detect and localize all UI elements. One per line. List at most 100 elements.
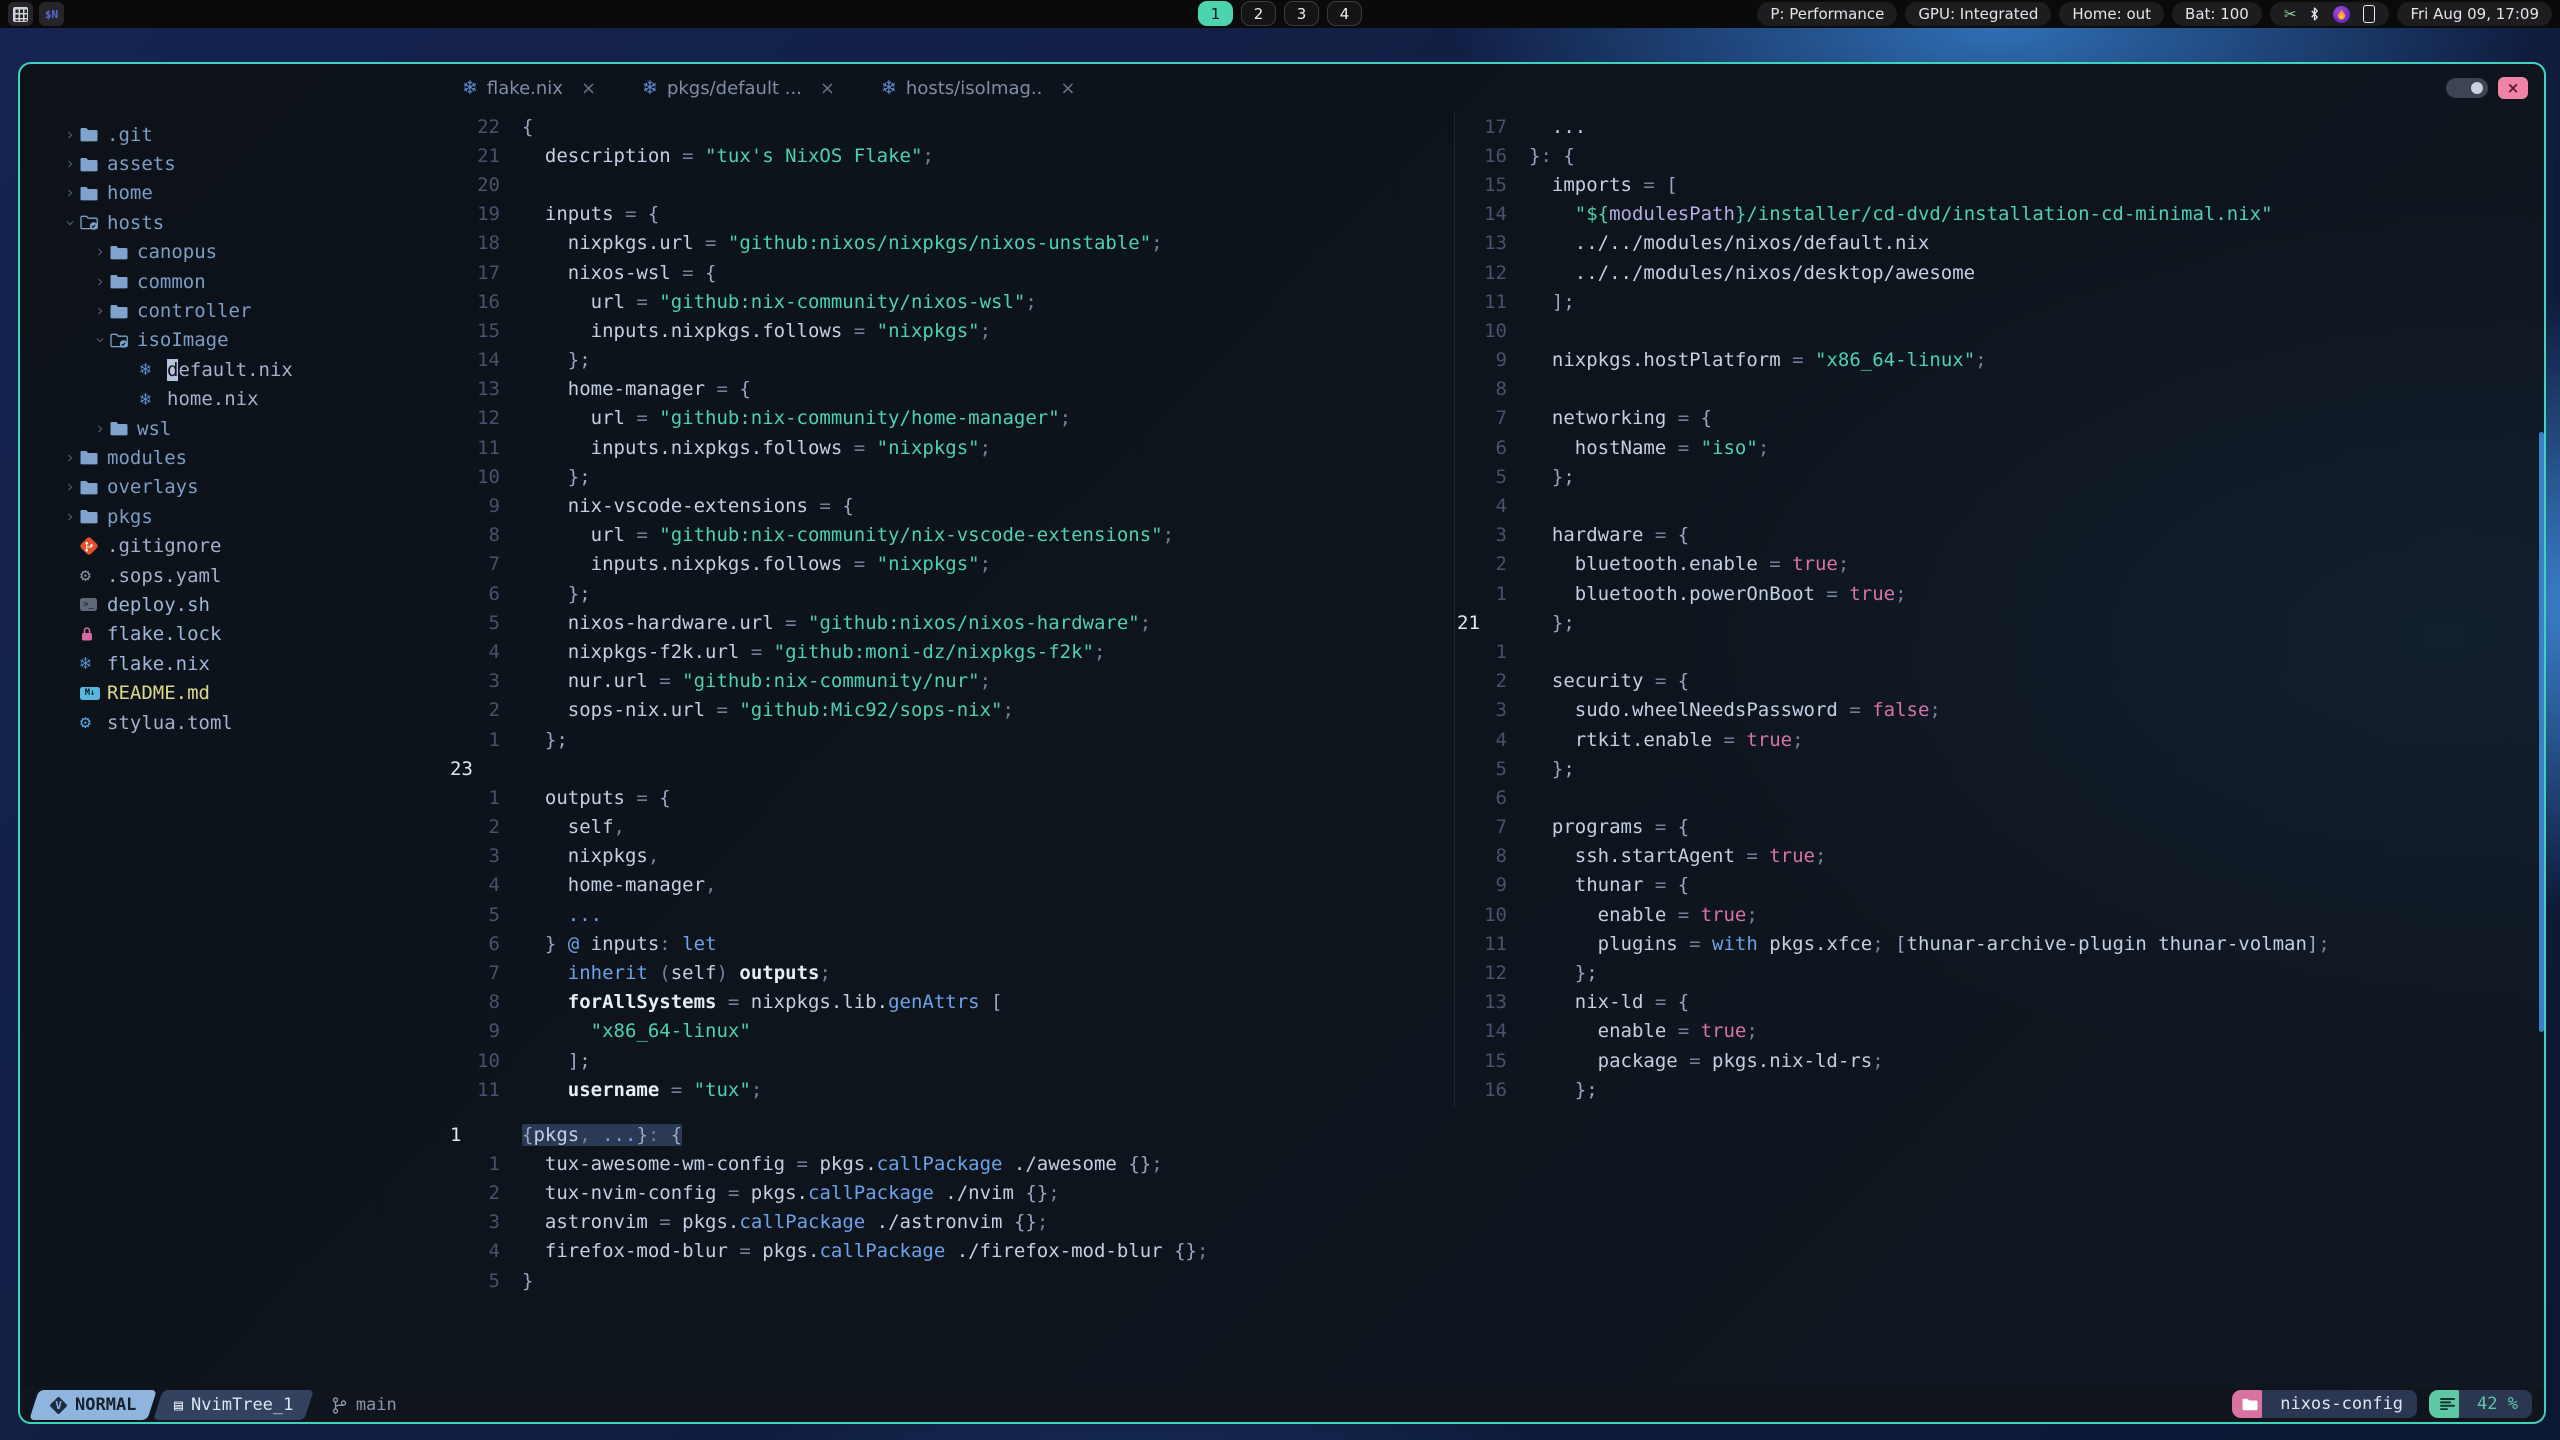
scissors-icon[interactable]: ✂ (2284, 5, 2297, 23)
tree-item-flake-lock[interactable]: flake.lock (20, 620, 448, 649)
tree-item-overlays[interactable]: › overlays (20, 473, 448, 502)
code-line[interactable]: 1 (1455, 637, 2544, 666)
status-pill-1[interactable]: GPU: Integrated (1905, 2, 2052, 26)
tree-item-modules[interactable]: › modules (20, 443, 448, 472)
code-line[interactable]: 7 networking = { (1455, 404, 2544, 433)
tree-item-home-nix[interactable]: ❄ home.nix (20, 385, 448, 414)
code-line[interactable]: 23 (448, 754, 1454, 783)
code-line[interactable]: 4 nixpkgs-f2k.url = "github:moni-dz/nixp… (448, 637, 1454, 666)
code-line[interactable]: 3 astronvim = pkgs.callPackage ./astronv… (448, 1208, 2544, 1237)
code-line[interactable]: 8 url = "github:nix-community/nix-vscode… (448, 521, 1454, 550)
tab-close-icon[interactable]: × (581, 78, 596, 99)
code-line[interactable]: 21 }; (1455, 608, 2544, 637)
code-line[interactable]: 12 }; (1455, 958, 2544, 987)
code-line[interactable]: 16 url = "github:nix-community/nixos-wsl… (448, 287, 1454, 316)
code-line[interactable]: 7 programs = { (1455, 813, 2544, 842)
code-line[interactable]: 11 username = "tux"; (448, 1075, 1454, 1104)
tree-item-flake-nix[interactable]: ❄ flake.nix (20, 649, 448, 678)
code-line[interactable]: 16}: { (1455, 141, 2544, 170)
chevron-right-icon[interactable]: › (90, 301, 110, 321)
code-line[interactable]: 13 ../../modules/nixos/default.nix (1455, 229, 2544, 258)
toggle-control[interactable] (2446, 78, 2488, 98)
chevron-right-icon[interactable]: › (90, 242, 110, 262)
code-line[interactable]: 4 (1455, 491, 2544, 520)
code-line[interactable]: 8 (1455, 375, 2544, 404)
chevron-right-icon[interactable]: › (60, 125, 80, 145)
code-line[interactable]: 5 }; (1455, 754, 2544, 783)
chevron-right-icon[interactable]: › (60, 477, 80, 497)
workspace-button-4[interactable]: 4 (1327, 1, 1362, 26)
code-line[interactable]: 17 nixos-wsl = { (448, 258, 1454, 287)
chevron-down-icon[interactable]: › (60, 213, 80, 233)
chevron-right-icon[interactable]: › (60, 507, 80, 527)
chevron-right-icon[interactable]: › (60, 183, 80, 203)
code-line[interactable]: 13 home-manager = { (448, 375, 1454, 404)
code-line[interactable]: 2 sops-nix.url = "github:Mic92/sops-nix"… (448, 696, 1454, 725)
chevron-right-icon[interactable]: › (90, 272, 110, 292)
code-line[interactable]: 9 "x86_64-linux" (448, 1017, 1454, 1046)
code-line[interactable]: 3 sudo.wheelNeedsPassword = false; (1455, 696, 2544, 725)
code-line[interactable]: 6 (1455, 783, 2544, 812)
code-line[interactable]: 3 hardware = { (1455, 521, 2544, 550)
nvim-workspace-icon[interactable]: $N (39, 2, 64, 26)
tree-item-canopus[interactable]: › canopus (20, 238, 448, 267)
tree-item--git[interactable]: › .git (20, 120, 448, 149)
scrollbar[interactable] (2539, 432, 2544, 1032)
code-line[interactable]: 10 ]; (448, 1046, 1454, 1075)
apps-grid-icon[interactable] (8, 2, 33, 26)
close-button[interactable]: × (2498, 77, 2528, 99)
code-line[interactable]: 1 {pkgs, ...}: { (448, 1120, 2544, 1149)
code-line[interactable]: 10 }; (448, 462, 1454, 491)
code-line[interactable]: 15 imports = [ (1455, 170, 2544, 199)
code-line[interactable]: 5} (448, 1266, 2544, 1295)
code-line[interactable]: 14 }; (448, 346, 1454, 375)
clock[interactable]: Fri Aug 09, 17:09 (2397, 2, 2552, 26)
tree-item-stylua-toml[interactable]: ⚙ stylua.toml (20, 708, 448, 737)
code-line[interactable]: 9 nix-vscode-extensions = { (448, 491, 1454, 520)
tree-item-controller[interactable]: › controller (20, 296, 448, 325)
code-line[interactable]: 6 }; (448, 579, 1454, 608)
code-line[interactable]: 1 }; (448, 725, 1454, 754)
code-line[interactable]: 3 nixpkgs, (448, 842, 1454, 871)
code-line[interactable]: 15 package = pkgs.nix-ld-rs; (1455, 1046, 2544, 1075)
tab-close-icon[interactable]: × (820, 78, 835, 99)
code-line[interactable]: 8 forAllSystems = nixpkgs.lib.genAttrs [ (448, 988, 1454, 1017)
code-line[interactable]: 16 }; (1455, 1075, 2544, 1104)
code-line[interactable]: 1 bluetooth.powerOnBoot = true; (1455, 579, 2544, 608)
code-line[interactable]: 11 plugins = with pkgs.xfce; [thunar-arc… (1455, 929, 2544, 958)
status-pill-0[interactable]: P: Performance (1757, 2, 1898, 26)
code-line[interactable]: 10 enable = true; (1455, 900, 2544, 929)
workspace-button-3[interactable]: 3 (1284, 1, 1319, 26)
code-line[interactable]: 1 outputs = { (448, 783, 1454, 812)
flame-icon[interactable] (2333, 5, 2351, 23)
code-line[interactable]: 3 nur.url = "github:nix-community/nur"; (448, 667, 1454, 696)
tab-hosts-isoImag-[interactable]: ❄ hosts/isoImag.. × (881, 77, 1075, 99)
code-line[interactable]: 9 thunar = { (1455, 871, 2544, 900)
status-pill-2[interactable]: Home: out (2059, 2, 2165, 26)
code-line[interactable]: 7 inputs.nixpkgs.follows = "nixpkgs"; (448, 550, 1454, 579)
code-line[interactable]: 11 inputs.nixpkgs.follows = "nixpkgs"; (448, 433, 1454, 462)
code-line[interactable]: 7 inherit (self) outputs; (448, 958, 1454, 987)
code-line[interactable]: 12 url = "github:nix-community/home-mana… (448, 404, 1454, 433)
code-line[interactable]: 21 description = "tux's NixOS Flake"; (448, 141, 1454, 170)
tree-item-README-md[interactable]: M↓ README.md (20, 678, 448, 707)
code-line[interactable]: 4 home-manager, (448, 871, 1454, 900)
tab-flake-nix[interactable]: ❄ flake.nix × (462, 77, 596, 99)
workspace-button-2[interactable]: 2 (1241, 1, 1276, 26)
code-line[interactable]: 12 ../../modules/nixos/desktop/awesome (1455, 258, 2544, 287)
code-line[interactable]: 5 }; (1455, 462, 2544, 491)
code-line[interactable]: 17 ... (1455, 112, 2544, 141)
tree-item-pkgs[interactable]: › pkgs (20, 502, 448, 531)
code-line[interactable]: 15 inputs.nixpkgs.follows = "nixpkgs"; (448, 316, 1454, 345)
chevron-right-icon[interactable]: › (60, 154, 80, 174)
tree-item-wsl[interactable]: › wsl (20, 414, 448, 443)
code-line[interactable]: 2 tux-nvim-config = pkgs.callPackage ./n… (448, 1178, 2544, 1207)
tree-item--gitignore[interactable]: .gitignore (20, 531, 448, 560)
tree-item-deploy-sh[interactable]: >_ deploy.sh (20, 590, 448, 619)
code-line[interactable]: 19 inputs = { (448, 200, 1454, 229)
tree-item-default-nix[interactable]: ❄ default.nix (20, 355, 448, 384)
code-line[interactable]: 4 rtkit.enable = true; (1455, 725, 2544, 754)
code-line[interactable]: 18 nixpkgs.url = "github:nixos/nixpkgs/n… (448, 229, 1454, 258)
chevron-right-icon[interactable]: › (90, 419, 110, 439)
chevron-right-icon[interactable]: › (60, 448, 80, 468)
